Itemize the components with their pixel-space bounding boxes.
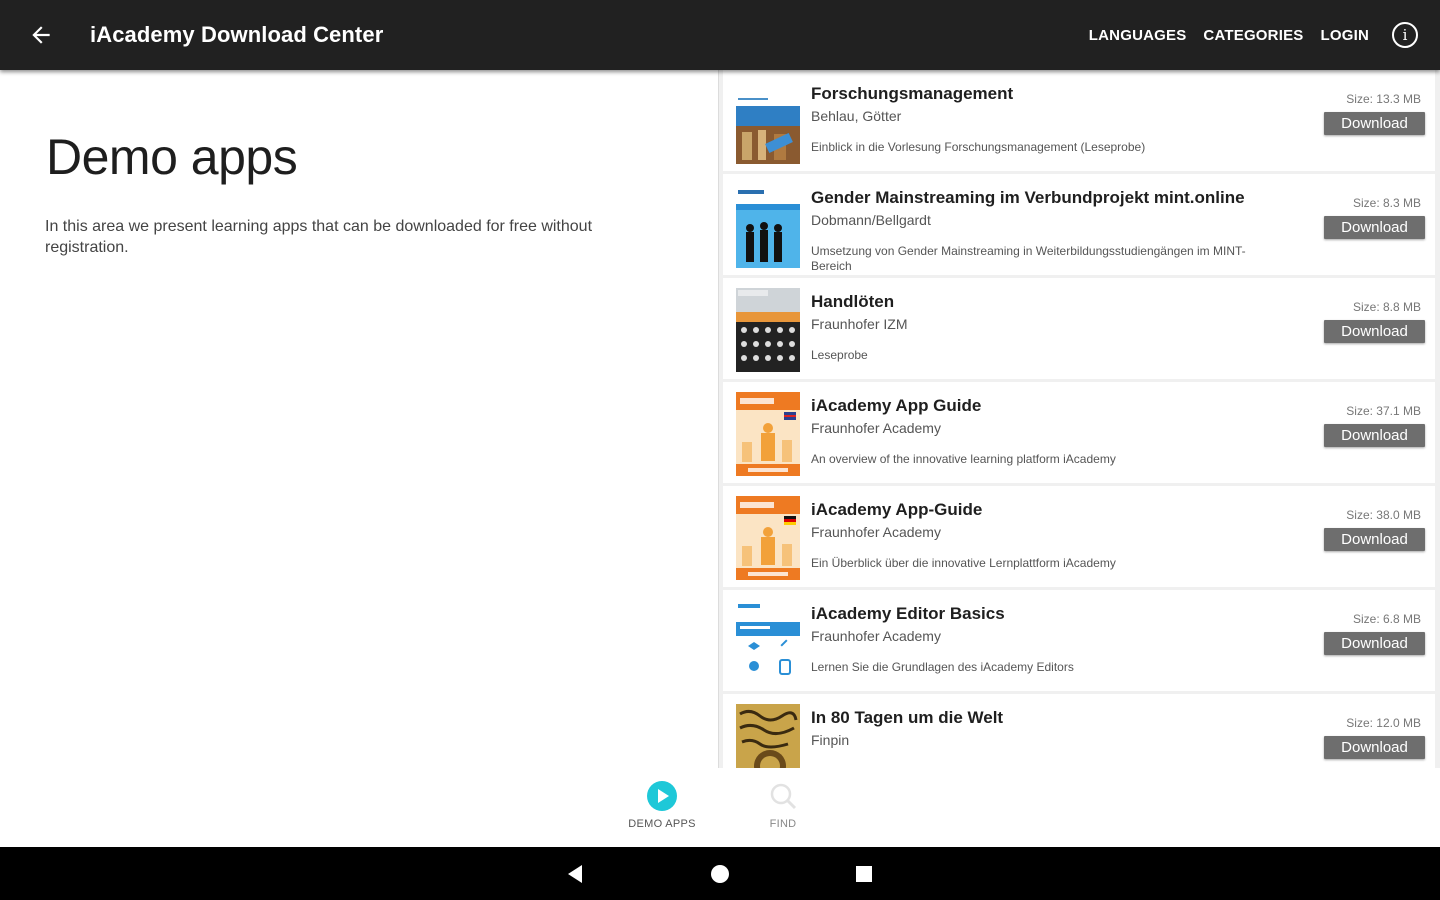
app-name: Forschungsmanagement xyxy=(811,84,1014,103)
download-button[interactable]: Download xyxy=(1324,216,1425,239)
app-description: Einblick in die Vorlesung Forschungsmana… xyxy=(811,140,1146,154)
system-nav-bar xyxy=(0,847,1440,900)
app-description: An overview of the innovative learning p… xyxy=(811,452,1116,466)
nav-find[interactable]: FIND xyxy=(733,780,833,830)
categories-button[interactable]: CATEGORIES xyxy=(1203,27,1303,44)
nav-label: FIND xyxy=(769,818,797,830)
nav-label: DEMO APPS xyxy=(628,818,696,830)
search-icon xyxy=(770,783,797,810)
app-size: Size: 6.8 MB xyxy=(1352,612,1421,626)
app-author: Fraunhofer Academy xyxy=(811,628,941,644)
app-card[interactable]: iAcademy App Guide Fraunhofer Academy An… xyxy=(723,382,1435,483)
languages-button[interactable]: LANGUAGES xyxy=(1089,27,1187,44)
app-cover-app-guide-en xyxy=(736,392,800,476)
app-author: Dobmann/Bellgardt xyxy=(811,212,931,228)
app-cover-gender-mainstreaming xyxy=(736,184,800,268)
play-circle-icon xyxy=(647,781,677,811)
square-recents-icon[interactable] xyxy=(851,861,877,887)
app-card[interactable]: Handlöten Fraunhofer IZM Leseprobe Size:… xyxy=(723,278,1435,379)
triangle-back-icon[interactable] xyxy=(562,861,588,887)
app-name: iAcademy App Guide xyxy=(811,396,982,415)
app-card[interactable]: iAcademy Editor Basics Fraunhofer Academ… xyxy=(723,590,1435,691)
info-icon[interactable]: i xyxy=(1392,22,1418,48)
app-description: Leseprobe xyxy=(811,348,868,362)
login-button[interactable]: LOGIN xyxy=(1321,27,1370,44)
app-size: Size: 38.0 MB xyxy=(1346,508,1421,522)
app-name: iAcademy App-Guide xyxy=(811,500,983,519)
download-button[interactable]: Download xyxy=(1324,736,1425,759)
arrow-back-icon xyxy=(32,26,50,44)
download-button[interactable]: Download xyxy=(1324,528,1425,551)
app-title: iAcademy Download Center xyxy=(90,22,384,47)
app-cover-app-guide-de xyxy=(736,496,800,580)
app-cover-forschungsmanagement xyxy=(736,80,800,164)
app-name: Handlöten xyxy=(811,292,895,311)
page-title: Demo apps xyxy=(46,129,298,185)
app-description: Lernen Sie die Grundlagen des iAcademy E… xyxy=(811,660,1074,674)
app-bar: iAcademy Download Center LANGUAGES CATEG… xyxy=(0,0,1440,70)
circle-home-icon[interactable] xyxy=(707,861,733,887)
app-card[interactable]: In 80 Tagen um die Welt Finpin Size: 12.… xyxy=(723,694,1435,768)
download-button[interactable]: Download xyxy=(1324,320,1425,343)
app-card[interactable]: Forschungsmanagement Behlau, Götter Einb… xyxy=(723,70,1435,171)
app-author: Fraunhofer Academy xyxy=(811,524,941,540)
app-name: In 80 Tagen um die Welt xyxy=(811,708,1004,727)
app-author: Fraunhofer Academy xyxy=(811,420,941,436)
intro-pane: Demo apps In this area we present learni… xyxy=(0,70,718,770)
app-card[interactable]: Gender Mainstreaming im Verbundprojekt m… xyxy=(723,174,1435,275)
download-button[interactable]: Download xyxy=(1324,112,1425,135)
app-description: Umsetzung von Gender Mainstreaming in We… xyxy=(811,244,1246,273)
app-cover-80-tagen xyxy=(736,704,800,768)
app-card[interactable]: iAcademy App-Guide Fraunhofer Academy Ei… xyxy=(723,486,1435,587)
app-name: iAcademy Editor Basics xyxy=(811,604,1005,623)
app-author: Behlau, Götter xyxy=(811,108,902,124)
app-size: Size: 8.8 MB xyxy=(1352,300,1421,314)
app-cover-handloeten xyxy=(736,288,800,372)
app-size: Size: 12.0 MB xyxy=(1346,716,1421,730)
nav-demo-apps[interactable]: DEMO APPS xyxy=(612,780,712,830)
app-description: Ein Überblick über die innovative Lernpl… xyxy=(811,556,1116,570)
bottom-navigation: DEMO APPS FIND xyxy=(0,768,1440,847)
download-button[interactable]: Download xyxy=(1324,632,1425,655)
app-cover-editor-basics xyxy=(736,600,800,684)
app-size: Size: 13.3 MB xyxy=(1346,92,1421,106)
app-size: Size: 8.3 MB xyxy=(1352,196,1421,210)
app-author: Finpin xyxy=(811,732,850,748)
back-button[interactable] xyxy=(0,0,82,70)
app-list[interactable]: Forschungsmanagement Behlau, Götter Einb… xyxy=(718,70,1440,768)
download-button[interactable]: Download xyxy=(1324,424,1425,447)
app-name: Gender Mainstreaming im Verbundprojekt m… xyxy=(811,188,1245,207)
page-description: In this area we present learning apps th… xyxy=(45,218,593,256)
app-author: Fraunhofer IZM xyxy=(811,316,908,332)
app-size: Size: 37.1 MB xyxy=(1346,404,1421,418)
